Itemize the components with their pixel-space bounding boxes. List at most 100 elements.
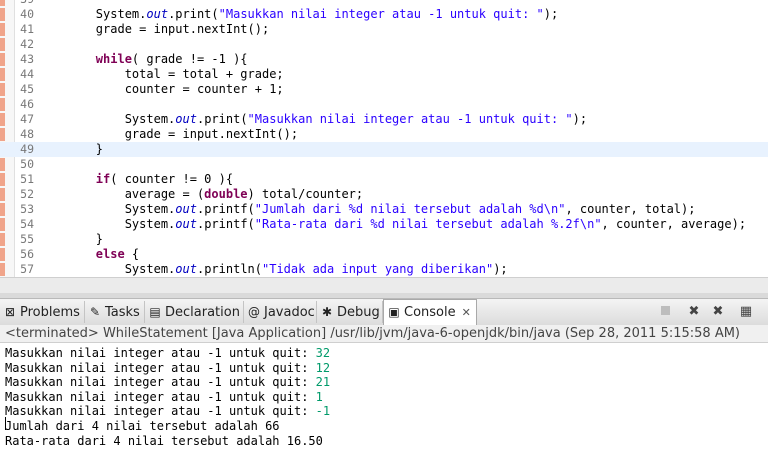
tab-label: Problems: [20, 305, 80, 320]
code-line[interactable]: 41 grade = input.nextInt();: [0, 22, 768, 37]
remove-all-icon: ✖: [712, 304, 724, 319]
line-number: 43: [20, 52, 34, 66]
code-line[interactable]: 39: [0, 0, 768, 7]
code-line[interactable]: 44 total = total + grade;: [0, 67, 768, 82]
code-token: counter = counter + 1;: [38, 82, 284, 96]
code-text: total = total + grade;: [38, 67, 284, 82]
console-output-text: Jumlah dari 4 nilai tersebut adalah 66: [5, 419, 280, 433]
code-text: grade = input.nextInt();: [38, 22, 269, 37]
code-line[interactable]: 57 System.out.println("Tidak ada input y…: [0, 262, 768, 277]
code-line[interactable]: 56 else {: [0, 247, 768, 262]
code-line[interactable]: 46: [0, 97, 768, 112]
line-number: 45: [20, 82, 34, 96]
code-token: .printf(: [196, 217, 255, 231]
code-line[interactable]: 43 while( grade != -1 ){: [0, 52, 768, 67]
code-token: .print(: [196, 112, 248, 126]
line-number: 56: [20, 247, 34, 261]
tasks-icon: ✎: [89, 305, 101, 319]
code-line[interactable]: 48 grade = input.nextInt();: [0, 127, 768, 142]
code-token: "Rata-rata dari %d nilai tersebut adalah…: [254, 217, 602, 231]
code-line[interactable]: 52 average = (double) total/counter;: [0, 187, 768, 202]
code-token: );: [493, 262, 508, 276]
line-number: 42: [20, 37, 34, 51]
console-output-text: Masukkan nilai integer atau -1 untuk qui…: [5, 375, 316, 390]
tab-label: Tasks: [105, 305, 140, 320]
code-text: System.out.printf("Rata-rata dari %d nil…: [38, 217, 746, 232]
code-line[interactable]: 42: [0, 37, 768, 52]
tab-debug[interactable]: ✱ Debug: [317, 301, 383, 323]
terminate-button[interactable]: [655, 302, 675, 322]
code-line[interactable]: 53 System.out.printf("Jumlah dari %d nil…: [0, 202, 768, 217]
code-line[interactable]: 55 }: [0, 232, 768, 247]
console-caret: [5, 417, 6, 430]
code-line[interactable]: 47 System.out.print("Masukkan nilai inte…: [0, 112, 768, 127]
code-line[interactable]: 51 if( counter != 0 ){: [0, 172, 768, 187]
tab-label: Debug: [337, 305, 380, 320]
code-token: .println(: [196, 262, 262, 276]
line-number: 40: [20, 7, 34, 21]
code-token: System.: [38, 217, 176, 231]
line-number: 52: [20, 187, 34, 201]
clear-console-button[interactable]: ▦: [736, 302, 756, 322]
code-line[interactable]: 45 counter = counter + 1;: [0, 82, 768, 97]
code-text: counter = counter + 1;: [38, 82, 284, 97]
code-token: System.: [38, 202, 176, 216]
code-token: "Masukkan nilai integer atau -1 untuk qu…: [247, 112, 573, 126]
code-editor[interactable]: 3940 System.out.print("Masukkan nilai in…: [0, 0, 768, 277]
line-number: 54: [20, 217, 34, 231]
console-line: Rata-rata dari 4 nilai tersebut adalah 1…: [5, 434, 323, 449]
code-line[interactable]: 50: [0, 157, 768, 172]
tab-declaration[interactable]: ▤ Declaration: [145, 301, 244, 323]
remove-all-terminated-button[interactable]: ✖: [708, 302, 728, 322]
stop-icon: [660, 306, 670, 315]
code-text: System.out.print("Masukkan nilai integer…: [38, 7, 558, 22]
code-text: while( grade != -1 ){: [38, 52, 248, 67]
console-user-input: -1: [315, 404, 331, 419]
code-token: );: [543, 7, 559, 21]
console-user-input: 12: [315, 360, 331, 375]
console-line: Jumlah dari 4 nilai tersebut adalah 66: [5, 419, 280, 434]
console-line: Masukkan nilai integer atau -1 untuk qui…: [5, 375, 330, 390]
console-line: Masukkan nilai integer atau -1 untuk qui…: [5, 404, 330, 419]
tab-tasks[interactable]: ✎ Tasks: [85, 301, 145, 323]
code-token: ( grade != -1 ){: [131, 52, 248, 66]
console-output-text: Masukkan nilai integer atau -1 untuk qui…: [5, 389, 316, 404]
code-text: else {: [38, 247, 139, 262]
code-token: out: [175, 112, 197, 126]
code-token: .print(: [168, 7, 219, 21]
console-output[interactable]: Masukkan nilai integer atau -1 untuk qui…: [0, 344, 768, 468]
line-number: 53: [20, 202, 34, 216]
code-token: }: [38, 232, 104, 246]
code-text: average = (double) total/counter;: [38, 187, 363, 202]
code-line[interactable]: 40 System.out.print("Masukkan nilai inte…: [0, 7, 768, 22]
views-tab-bar: ⊠ Problems ✎ Tasks ▤ Declaration @ Javadoc ✱…: [0, 298, 768, 326]
javadoc-icon: @: [248, 305, 260, 319]
console-line: Masukkan nilai integer atau -1 untuk qui…: [5, 346, 330, 361]
code-token: "Jumlah dari %d nilai tersebut adalah %d…: [254, 202, 566, 216]
code-token: System.: [38, 7, 147, 21]
close-icon[interactable]: ✕: [462, 306, 471, 319]
console-output-text: Rata-rata dari 4 nilai tersebut adalah 1…: [5, 433, 323, 448]
console-output-text: Masukkan nilai integer atau -1 untuk qui…: [5, 346, 316, 360]
tab-console[interactable]: ▣ Console ✕: [383, 299, 477, 325]
tab-javadoc[interactable]: @ Javadoc: [244, 301, 317, 323]
console-user-input: 21: [315, 375, 331, 390]
remove-launch-button[interactable]: ✖: [684, 302, 704, 322]
code-text: }: [38, 232, 103, 247]
console-status: <terminated> WhileStatement [Java Applic…: [0, 325, 768, 343]
code-token: );: [572, 112, 588, 126]
code-line[interactable]: 49 }: [0, 142, 768, 157]
line-number: 49: [20, 142, 34, 156]
line-number: 57: [20, 262, 34, 276]
code-token: , counter, average);: [601, 217, 747, 231]
tab-problems[interactable]: ⊠ Problems: [0, 301, 85, 323]
line-number: 48: [20, 127, 34, 141]
code-token: out: [146, 7, 169, 21]
code-token: ( counter != 0 ){: [110, 172, 234, 186]
code-line[interactable]: 54 System.out.printf("Rata-rata dari %d …: [0, 217, 768, 232]
code-token: if: [95, 172, 111, 186]
editor-horizontal-scrollbar[interactable]: [0, 277, 768, 294]
line-number: 50: [20, 157, 34, 171]
remove-icon: ✖: [688, 304, 700, 319]
